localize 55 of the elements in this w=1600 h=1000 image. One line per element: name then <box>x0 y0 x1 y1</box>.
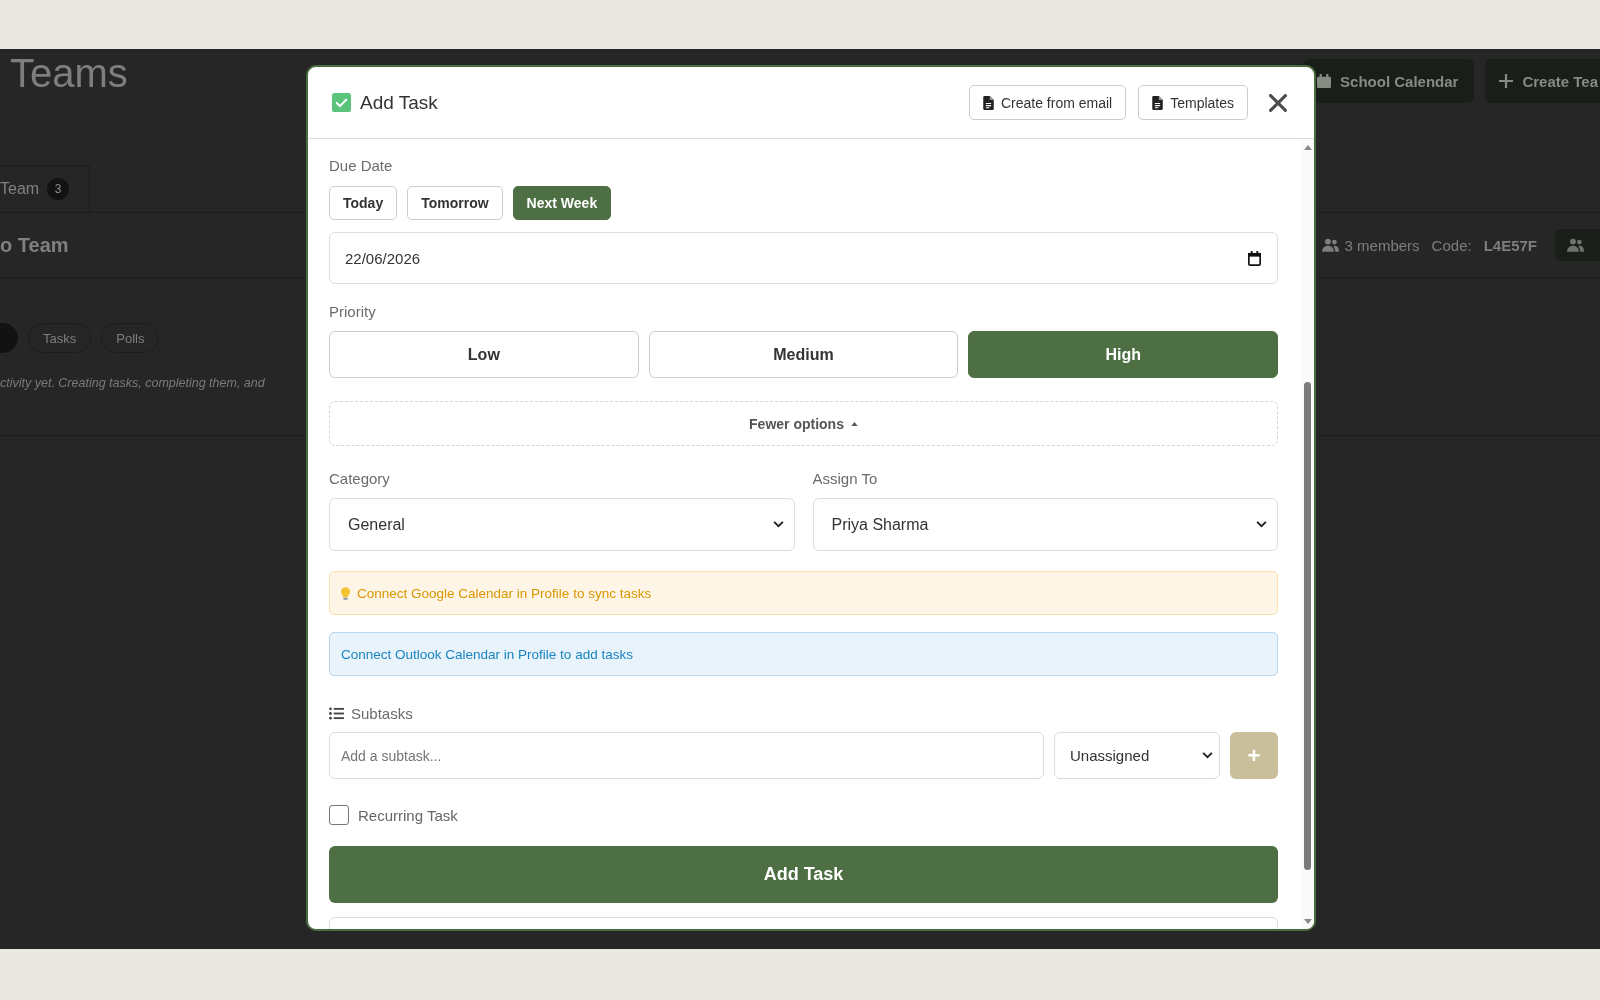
document-icon <box>1152 95 1164 110</box>
priority-button[interactable]: Low <box>329 331 639 378</box>
team-code: L4E57F <box>1483 236 1537 254</box>
subtask-input[interactable]: Add a subtask... <box>329 732 1044 779</box>
count-badge: 3 <box>47 178 70 200</box>
chevron-down-icon <box>1202 752 1213 759</box>
dialog-title: Add Task <box>360 91 438 114</box>
empty-message: ctivity yet. Creating tasks, completing them, and <box>0 375 265 392</box>
scroll-down-icon <box>1303 919 1312 924</box>
field-label: Due Date <box>329 156 393 176</box>
checkbox-label: Recurring Task <box>358 806 458 824</box>
lightbulb-icon <box>341 586 350 600</box>
field-label: Priority <box>329 302 376 322</box>
code-label: Code: <box>1431 236 1472 254</box>
calendar-icon <box>1317 74 1332 88</box>
field-label: Subtasks <box>351 704 413 722</box>
users-icon <box>1321 238 1339 252</box>
users-icon <box>1567 238 1584 252</box>
scrollbar-thumb[interactable] <box>1304 382 1311 870</box>
calendar-button[interactable]: School Calendar <box>1303 59 1475 103</box>
member-count: 3 members <box>1344 236 1420 254</box>
notice-text: Connect Google Calendar in Profile to sync tasks <box>357 585 652 601</box>
assignee-select[interactable]: Priya Sharma <box>812 498 1278 551</box>
date-field[interactable]: 22/06/2026 <box>329 232 1278 284</box>
list-icon <box>329 706 344 720</box>
subtask-assignee-select[interactable]: Unassigned <box>1054 732 1220 779</box>
priority-button[interactable]: High <box>968 331 1278 378</box>
team-name: o Team <box>0 233 69 257</box>
checkbox[interactable] <box>329 805 349 825</box>
members-button[interactable] <box>1555 229 1600 261</box>
scroll-up-icon <box>1303 145 1312 150</box>
category-select[interactable]: General <box>329 498 795 551</box>
check-square-icon <box>332 93 351 112</box>
field-label: Assign To <box>812 469 878 489</box>
date-preset-button[interactable]: Next Week <box>512 186 612 220</box>
notice-text: Connect Outlook Calendar in Profile to add tasks <box>341 646 633 662</box>
calendar-icon <box>1248 250 1261 266</box>
scrollbar[interactable] <box>1301 139 1314 929</box>
options-toggle[interactable]: Fewer options <box>329 401 1278 446</box>
close-button[interactable] <box>1269 93 1287 112</box>
team-tab[interactable]: Team 3 <box>0 165 91 212</box>
date-preset-button[interactable]: Today <box>329 186 398 220</box>
header-button[interactable]: Templates <box>1138 85 1248 120</box>
plus-icon <box>1499 74 1514 88</box>
page-title: Teams <box>10 51 128 95</box>
document-icon <box>982 95 994 110</box>
chevron-down-icon <box>772 521 784 528</box>
date-preset-button[interactable]: Tomorrow <box>407 186 503 220</box>
header-button[interactable]: Create from email <box>968 85 1127 120</box>
field-label: Category <box>329 469 390 489</box>
add-task-button[interactable]: Add Task <box>329 846 1278 903</box>
create-button[interactable]: Create Tea <box>1485 59 1600 103</box>
priority-button[interactable]: Medium <box>648 331 959 378</box>
close-icon <box>1269 93 1287 112</box>
chevron-down-icon <box>1256 521 1267 528</box>
